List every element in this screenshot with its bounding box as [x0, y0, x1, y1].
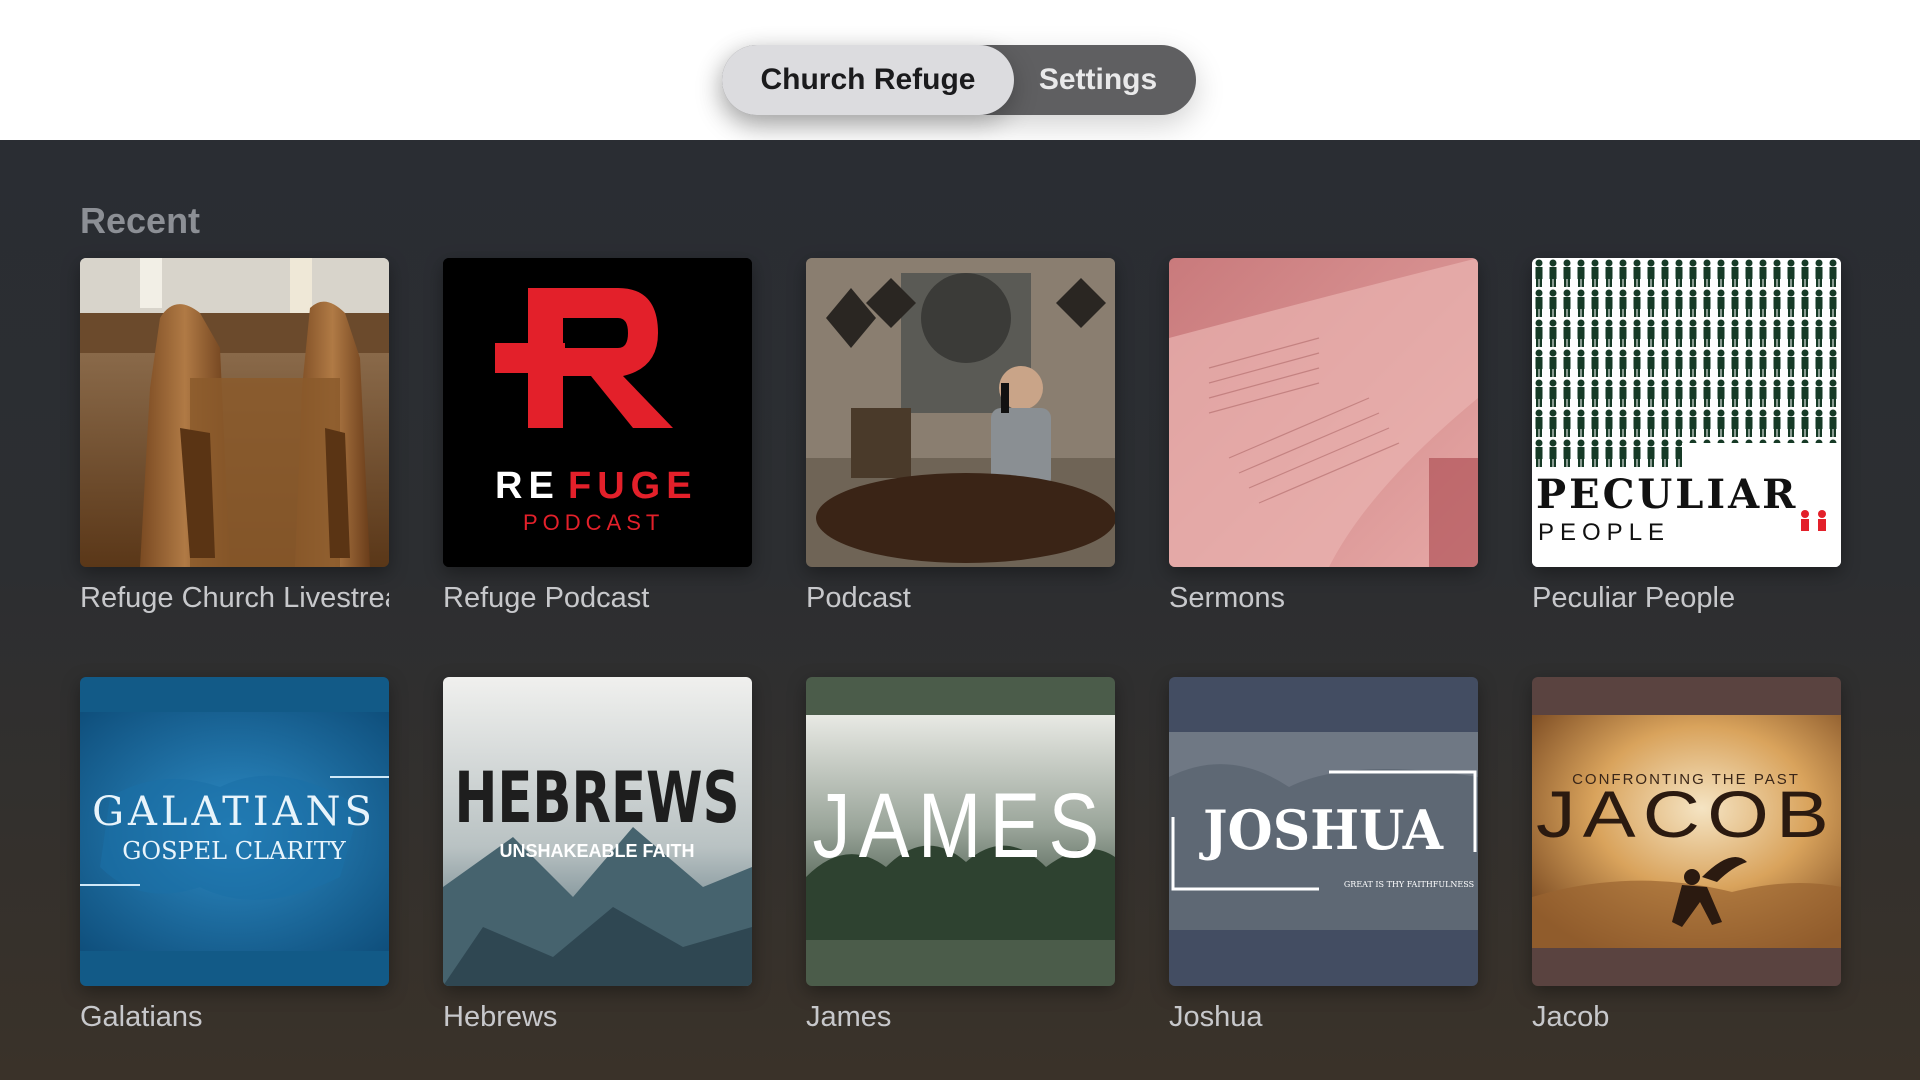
open-bible-image	[1169, 258, 1478, 567]
tile-podcast[interactable]	[806, 258, 1115, 567]
hebrews-cover: HEBREWS UNSHAKEABLE FAITH	[443, 677, 752, 986]
joshua-title: JOSHUA	[1199, 798, 1444, 862]
people-word: PEOPLE	[1538, 519, 1670, 546]
tab-bar: Church Refuge Settings	[722, 45, 1196, 115]
tab-church-refuge[interactable]: Church Refuge	[722, 45, 1014, 115]
tile-label: Jacob	[1532, 1001, 1610, 1033]
main-content: Recent Refuge Church Livestream	[0, 140, 1920, 1080]
podcast-studio-image	[806, 258, 1115, 567]
tab-settings[interactable]: Settings	[1014, 45, 1196, 115]
joshua-cover: JOSHUA GREAT IS THY FAITHFULNESS	[1169, 677, 1478, 986]
refuge-word-white: RE	[495, 465, 560, 507]
tile-galatians[interactable]: GALATIANS GOSPEL CLARITY	[80, 677, 389, 986]
tile-label: Sermons	[1169, 582, 1286, 614]
peculiar-people-logo: PECULIAR PEOPLE	[1532, 258, 1841, 567]
james-cover: JAMES	[806, 677, 1115, 986]
galatians-title: GALATIANS	[92, 789, 376, 835]
jacob-title: JACOB	[1536, 777, 1836, 851]
tile-sermons[interactable]	[1169, 258, 1478, 567]
peculiar-word: PECULIAR	[1536, 471, 1798, 518]
tile-joshua[interactable]: JOSHUA GREAT IS THY FAITHFULNESS	[1169, 677, 1478, 986]
section-title-recent: Recent	[80, 200, 201, 241]
tile-james[interactable]: JAMES	[806, 677, 1115, 986]
hebrews-title: HEBREWS	[455, 757, 740, 839]
tile-label: Joshua	[1169, 1001, 1263, 1033]
galatians-cover: GALATIANS GOSPEL CLARITY	[80, 677, 389, 986]
joshua-subtitle: GREAT IS THY FAITHFULNESS	[1344, 880, 1474, 889]
tile-label: Podcast	[806, 582, 911, 614]
refuge-word-red: FUGE	[568, 465, 698, 507]
podcast-word: PODCAST	[523, 510, 664, 535]
hebrews-subtitle: UNSHAKEABLE FAITH	[499, 841, 694, 861]
tile-peculiar-people[interactable]: PECULIAR PEOPLE	[1532, 258, 1841, 567]
james-title: JAMES	[813, 775, 1108, 877]
galatians-subtitle: GOSPEL CLARITY	[122, 837, 347, 865]
tile-hebrews[interactable]: HEBREWS UNSHAKEABLE FAITH	[443, 677, 752, 986]
tile-label: Peculiar People	[1532, 582, 1736, 614]
tile-label: Refuge Church Livestream	[80, 582, 389, 614]
tile-label: Galatians	[80, 1001, 203, 1033]
top-bar: Church Refuge Settings	[0, 0, 1920, 140]
tile-label: James	[806, 1001, 892, 1033]
jacob-cover: CONFRONTING THE PAST JACOB	[1532, 677, 1841, 986]
tile-refuge-podcast[interactable]: RE FUGE PODCAST	[443, 258, 752, 567]
church-pews-image	[80, 258, 389, 567]
tile-label: Refuge Podcast	[443, 582, 650, 614]
tile-refuge-church-livestream[interactable]	[80, 258, 389, 567]
tile-jacob[interactable]: CONFRONTING THE PAST JACOB	[1532, 677, 1841, 986]
refuge-podcast-logo: RE FUGE PODCAST	[443, 258, 752, 567]
tile-label: Hebrews	[443, 1001, 558, 1033]
